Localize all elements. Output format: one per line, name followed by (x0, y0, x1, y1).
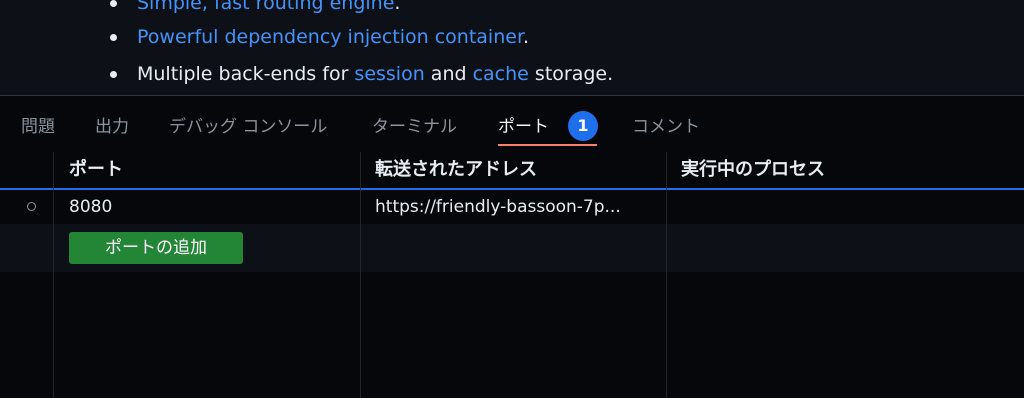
tab-problems[interactable]: 問題 (21, 115, 55, 139)
tab-output[interactable]: 出力 (95, 115, 129, 139)
cache-link[interactable]: cache (473, 63, 529, 85)
column-divider[interactable] (666, 152, 667, 398)
list-item: Simple, fast routing engine. (118, 0, 400, 15)
markdown-preview: Simple, fast routing engine. Powerful de… (0, 0, 1024, 95)
list-item-suffix: . (523, 26, 530, 48)
list-item-suffix: . (394, 0, 401, 14)
vscode-window: Simple, fast routing engine. Powerful de… (0, 0, 1024, 398)
column-header-running-process[interactable]: 実行中のプロセス (681, 158, 825, 182)
bottom-panel: 問題 出力 デバッグ コンソール ターミナル ポート 1 コメント ポート 転送… (0, 96, 1024, 398)
column-divider[interactable] (360, 152, 361, 398)
tab-comments[interactable]: コメント (632, 115, 700, 139)
list-item: Multiple back-ends for session and cache… (118, 62, 613, 86)
panel-tab-bar: 問題 出力 デバッグ コンソール ターミナル ポート 1 コメント (0, 96, 1024, 152)
list-item: Powerful dependency injection container. (118, 25, 529, 49)
dependency-injection-link[interactable]: Powerful dependency injection container (137, 26, 523, 48)
ports-count-badge: 1 (568, 111, 598, 141)
forwarded-address-cell[interactable]: https://friendly-bassoon-7p... (375, 196, 659, 218)
add-port-button[interactable]: ポートの追加 (69, 232, 243, 264)
ports-table: ポート 転送されたアドレス 実行中のプロセス 8080 https://frie… (0, 152, 1024, 398)
port-status-icon (27, 202, 36, 211)
list-item-suffix: storage. (528, 63, 614, 85)
table-header: ポート 転送されたアドレス 実行中のプロセス (0, 152, 1024, 188)
list-item-middle: and (424, 63, 473, 85)
session-link[interactable]: session (354, 63, 424, 85)
column-header-port[interactable]: ポート (69, 158, 123, 182)
tab-debug-console[interactable]: デバッグ コンソール (169, 115, 327, 139)
column-divider (53, 152, 54, 398)
add-port-row: ポートの追加 (0, 224, 1024, 272)
tab-ports[interactable]: ポート (498, 115, 549, 139)
table-row[interactable]: 8080 https://friendly-bassoon-7p... (0, 190, 1024, 224)
active-tab-indicator (498, 144, 597, 146)
routing-engine-link[interactable]: Simple, fast routing engine (137, 0, 394, 14)
port-cell[interactable]: 8080 (69, 196, 349, 218)
column-header-forwarded-address[interactable]: 転送されたアドレス (375, 158, 537, 182)
list-item-prefix: Multiple back-ends for (137, 63, 355, 85)
tab-terminal[interactable]: ターミナル (372, 115, 457, 139)
